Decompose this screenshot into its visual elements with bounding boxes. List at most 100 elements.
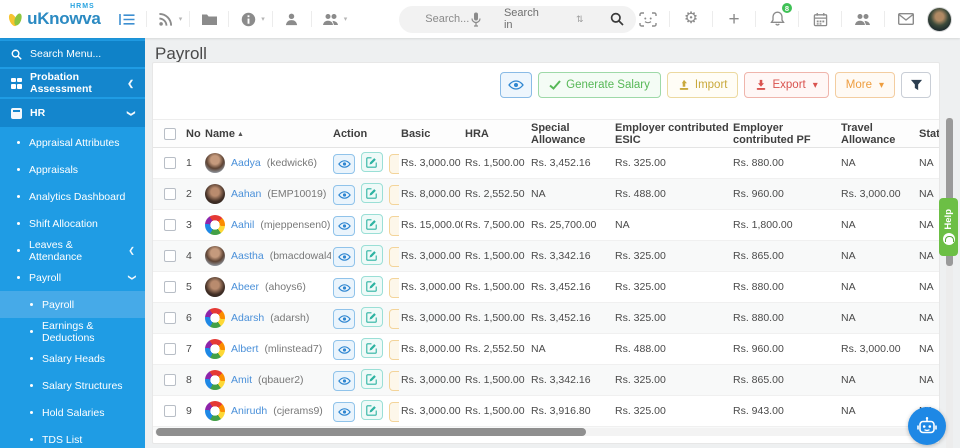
sidebar-item[interactable]: Leaves & Attendance xyxy=(0,237,145,264)
sidebar-subitem[interactable]: Hold Salaries xyxy=(0,399,145,426)
row-more-button[interactable]: ⋮ xyxy=(389,216,399,236)
row-checkbox[interactable] xyxy=(164,374,176,386)
export-button[interactable]: Export xyxy=(744,72,828,98)
view-row-button[interactable] xyxy=(333,185,355,205)
users-icon[interactable] xyxy=(319,7,343,31)
employee-name-link[interactable]: Aastha xyxy=(231,250,264,262)
sidebar-item[interactable]: Appraisal Attributes xyxy=(0,129,145,156)
sidebar-subitem[interactable]: Salary Heads xyxy=(0,345,145,372)
face-scan-icon[interactable] xyxy=(636,7,660,31)
search-input[interactable]: Search... xyxy=(425,13,469,25)
user-icon[interactable] xyxy=(280,7,304,31)
row-more-button[interactable]: ⋮ xyxy=(389,340,399,360)
sidebar-subitem[interactable]: TDS List xyxy=(0,426,145,448)
column-esic[interactable]: Employer contributed ESIC xyxy=(613,120,731,148)
chatbot-button[interactable] xyxy=(908,407,946,445)
edit-row-button[interactable] xyxy=(361,276,383,296)
row-checkbox[interactable] xyxy=(164,188,176,200)
brand-logo[interactable]: uKnowva HRMS xyxy=(0,0,107,38)
column-pf[interactable]: Employer contributed PF xyxy=(731,120,839,148)
edit-row-button[interactable] xyxy=(361,369,383,389)
view-row-button[interactable] xyxy=(333,340,355,360)
row-more-button[interactable]: ⋮ xyxy=(389,309,399,329)
column-basic[interactable]: Basic xyxy=(399,120,463,148)
edit-row-button[interactable] xyxy=(361,152,383,172)
row-checkbox[interactable] xyxy=(164,219,176,231)
employee-name-link[interactable]: Aahil xyxy=(231,219,254,231)
rss-feed-icon[interactable] xyxy=(154,7,178,31)
select-all-checkbox[interactable] xyxy=(164,128,176,140)
plus-icon[interactable]: + xyxy=(722,7,746,31)
column-no[interactable]: No xyxy=(184,120,203,148)
chevron-down-icon[interactable]: ▾ xyxy=(179,15,183,23)
edit-row-button[interactable] xyxy=(361,338,383,358)
employee-name-link[interactable]: Aahan xyxy=(231,188,261,200)
row-more-button[interactable]: ⋮ xyxy=(389,247,399,267)
row-more-button[interactable]: ⋮ xyxy=(389,185,399,205)
bell-icon[interactable]: 8 xyxy=(765,7,789,31)
mail-icon[interactable] xyxy=(894,7,918,31)
view-row-button[interactable] xyxy=(333,309,355,329)
sidebar-item[interactable]: Appraisals xyxy=(0,156,145,183)
edit-row-button[interactable] xyxy=(361,245,383,265)
import-button[interactable]: Import xyxy=(667,72,739,98)
folder-icon[interactable] xyxy=(197,7,221,31)
chevron-down-icon[interactable]: ▾ xyxy=(344,15,348,23)
column-special-allowance[interactable]: Special Allowance xyxy=(529,120,613,148)
sidebar-item[interactable]: Shift Allocation xyxy=(0,210,145,237)
row-checkbox[interactable] xyxy=(164,405,176,417)
filter-button[interactable] xyxy=(901,72,931,98)
employee-name-link[interactable]: Aadya xyxy=(231,157,261,169)
calendar-icon[interactable] xyxy=(808,7,832,31)
row-checkbox[interactable] xyxy=(164,157,176,169)
sidebar-subitem[interactable]: Earnings & Deductions xyxy=(0,318,145,345)
search-scope-select[interactable]: Search in xyxy=(504,7,546,31)
employee-name-link[interactable]: Adarsh xyxy=(231,312,264,324)
help-tab[interactable]: Help xyxy=(939,198,958,256)
microphone-icon[interactable] xyxy=(469,11,482,27)
column-status[interactable]: Status xyxy=(917,120,939,148)
search-submit-icon[interactable] xyxy=(610,11,624,27)
users-icon[interactable] xyxy=(851,7,875,31)
edit-row-button[interactable] xyxy=(361,214,383,234)
sidebar-subitem[interactable]: Salary Structures xyxy=(0,372,145,399)
column-travel-allowance[interactable]: Travel Allowance xyxy=(839,120,917,148)
info-icon[interactable] xyxy=(236,7,260,31)
generate-salary-button[interactable]: Generate Salary xyxy=(538,72,661,98)
preview-button[interactable] xyxy=(500,72,532,98)
row-checkbox[interactable] xyxy=(164,312,176,324)
employee-name-link[interactable]: Abeer xyxy=(231,281,259,293)
row-checkbox[interactable] xyxy=(164,281,176,293)
row-checkbox[interactable] xyxy=(164,250,176,262)
row-more-button[interactable]: ⋮ xyxy=(389,278,399,298)
sidebar-item[interactable]: Analytics Dashboard xyxy=(0,183,145,210)
view-row-button[interactable] xyxy=(333,371,355,391)
chevron-down-icon[interactable]: ▾ xyxy=(261,15,265,23)
horizontal-scrollbar-thumb[interactable] xyxy=(156,428,586,436)
column-action[interactable]: Action xyxy=(331,120,399,148)
global-search[interactable]: Search... Search in ⇅ xyxy=(399,6,636,33)
view-row-button[interactable] xyxy=(333,216,355,236)
row-more-button[interactable]: ⋮ xyxy=(389,371,399,391)
edit-row-button[interactable] xyxy=(361,307,383,327)
edit-row-button[interactable] xyxy=(361,400,383,420)
sidebar-subitem[interactable]: Payroll xyxy=(0,291,145,318)
scope-sorter-icon[interactable]: ⇅ xyxy=(576,14,584,25)
employee-name-link[interactable]: Amit xyxy=(231,374,252,386)
list-toggle-icon[interactable] xyxy=(115,7,139,31)
sidebar-search-input[interactable]: Search Menu... xyxy=(0,41,145,67)
view-row-button[interactable] xyxy=(333,154,355,174)
edit-row-button[interactable] xyxy=(361,183,383,203)
sidebar-item-probation-assessment[interactable]: Probation Assessment ❮ xyxy=(0,69,145,97)
column-hra[interactable]: HRA xyxy=(463,120,529,148)
sidebar-item[interactable]: Payroll xyxy=(0,264,145,291)
employee-name-link[interactable]: Anirudh xyxy=(231,405,267,417)
more-button[interactable]: More xyxy=(835,72,895,98)
view-row-button[interactable] xyxy=(333,402,355,422)
view-row-button[interactable] xyxy=(333,278,355,298)
sidebar-item-hr[interactable]: HR ❮ xyxy=(0,99,145,127)
column-name[interactable]: Name xyxy=(203,120,331,148)
gear-icon[interactable]: ⚙ xyxy=(679,7,703,31)
vertical-scrollbar[interactable] xyxy=(946,118,953,448)
horizontal-scrollbar[interactable] xyxy=(155,428,937,436)
